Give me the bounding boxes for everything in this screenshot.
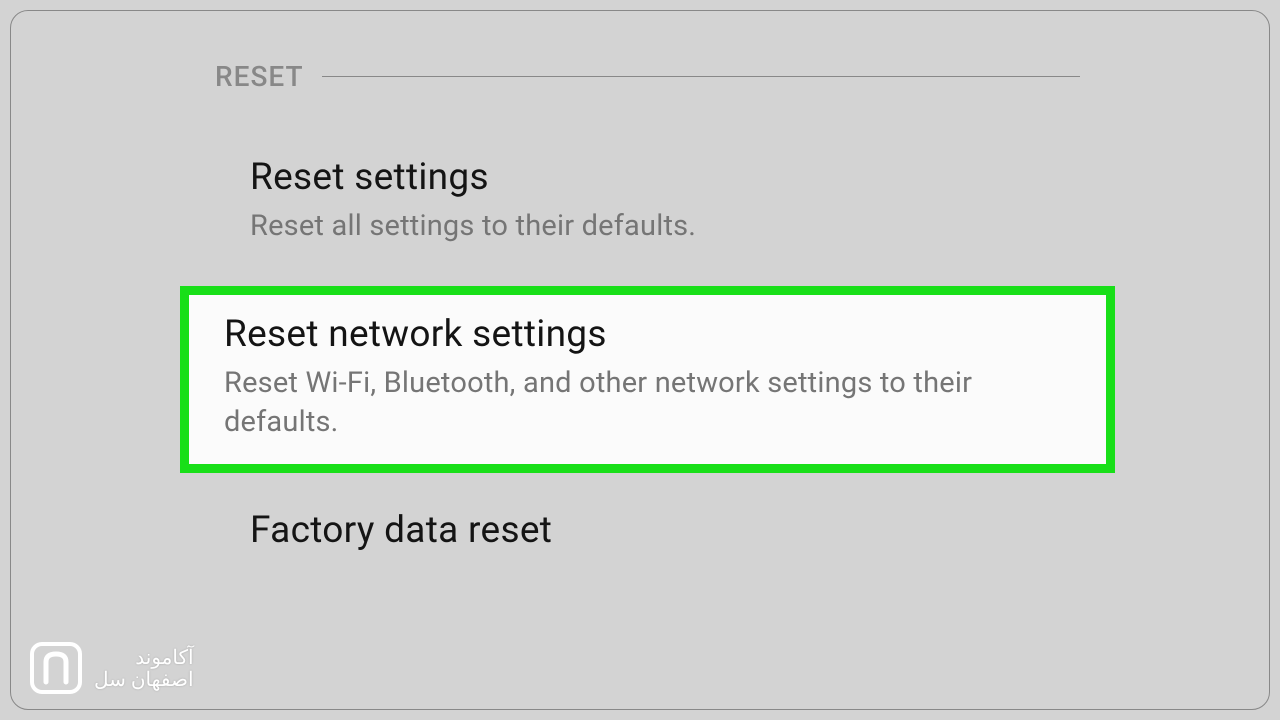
reset-settings-desc: Reset all settings to their defaults. [250, 207, 1045, 246]
reset-network-title: Reset network settings [224, 313, 1071, 356]
section-divider [322, 76, 1080, 78]
logo-icon [28, 640, 84, 696]
watermark-line2: اصفهان سل [94, 668, 194, 690]
reset-network-item[interactable]: Reset network settings Reset Wi-Fi, Blue… [189, 295, 1106, 464]
watermark-text: آکاموند اصفهان سل [94, 646, 194, 690]
watermark-logo: آکاموند اصفهان سل [28, 640, 194, 696]
factory-reset-item[interactable]: Factory data reset [215, 491, 1080, 582]
factory-reset-title: Factory data reset [250, 509, 1045, 552]
reset-settings-item[interactable]: Reset settings Reset all settings to the… [215, 138, 1080, 268]
watermark-line1: آکاموند [135, 646, 193, 668]
section-title: RESET [215, 60, 304, 93]
highlight-box: Reset network settings Reset Wi-Fi, Blue… [180, 286, 1115, 473]
settings-content: RESET Reset settings Reset all settings … [215, 60, 1080, 582]
reset-settings-title: Reset settings [250, 156, 1045, 199]
section-header: RESET [215, 60, 1080, 93]
reset-network-desc: Reset Wi-Fi, Bluetooth, and other networ… [224, 364, 1071, 442]
